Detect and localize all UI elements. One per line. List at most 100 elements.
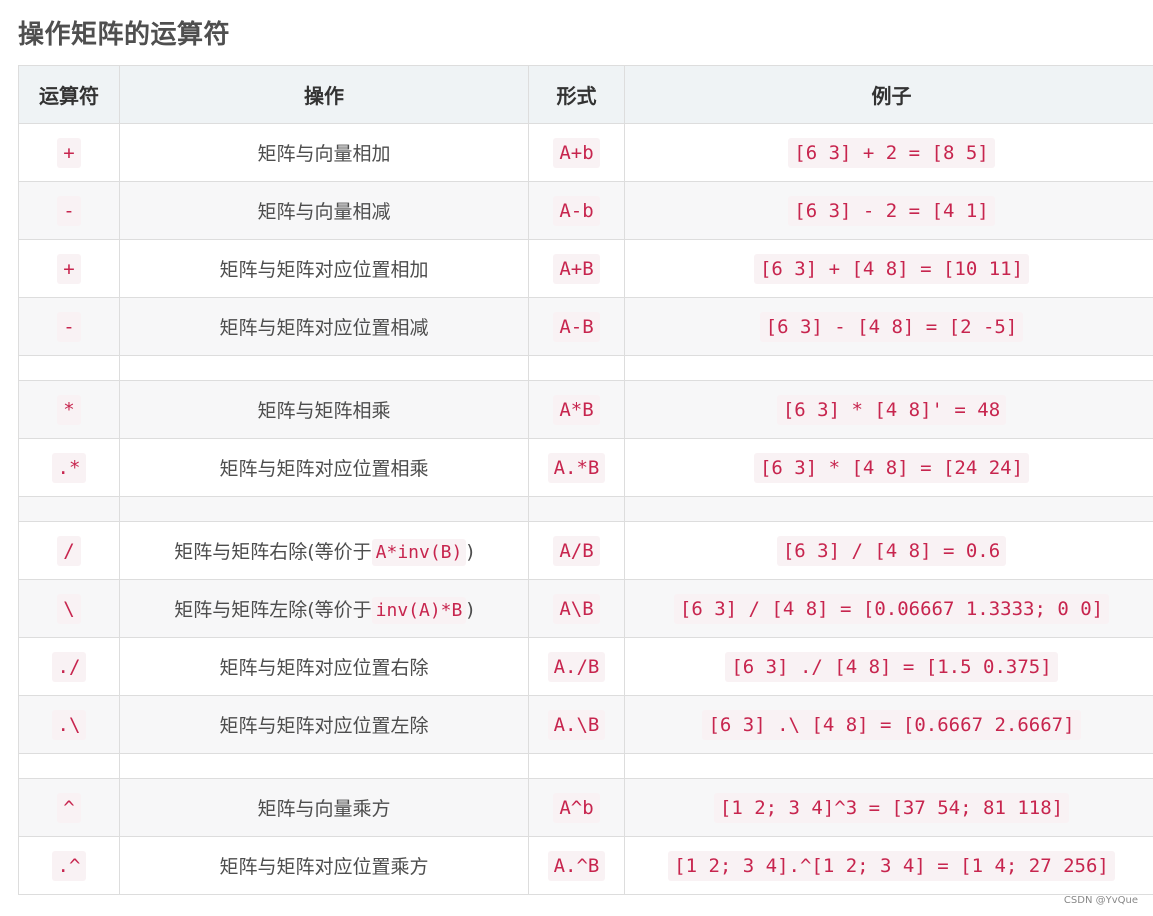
form-code: A*B bbox=[553, 394, 600, 425]
table-row: + 矩阵与矩阵对应位置相加 A+B [6 3] + [4 8] = [10 11… bbox=[18, 239, 1153, 298]
table-row: ^ 矩阵与向量乘方 A^b [1 2; 3 4]^3 = [37 54; 81 … bbox=[18, 778, 1153, 837]
table-row: ./ 矩阵与矩阵对应位置右除 A./B [6 3] ./ [4 8] = [1.… bbox=[18, 637, 1153, 696]
operation-cell: 矩阵与向量乘方 bbox=[119, 778, 529, 837]
operation-text: 矩阵与矩阵右除(等价于 bbox=[174, 541, 372, 563]
form-code: A\B bbox=[553, 593, 600, 624]
operator-cell: * bbox=[18, 380, 120, 439]
form-cell: A\B bbox=[528, 579, 625, 638]
operator-cell: .^ bbox=[18, 836, 120, 895]
example-code: [1 2; 3 4]^3 = [37 54; 81 118] bbox=[713, 792, 1070, 823]
form-cell: A+b bbox=[528, 123, 625, 182]
header-example: 例子 bbox=[624, 65, 1153, 124]
table-row: .\ 矩阵与矩阵对应位置左除 A.\B [6 3] .\ [4 8] = [0.… bbox=[18, 695, 1153, 754]
example-cell: [1 2; 3 4]^3 = [37 54; 81 118] bbox=[624, 778, 1153, 837]
form-cell: A-b bbox=[528, 181, 625, 240]
header-operation: 操作 bbox=[119, 65, 529, 124]
operator-code: \ bbox=[57, 593, 81, 624]
header-operator: 运算符 bbox=[18, 65, 120, 124]
operator-cell: + bbox=[18, 123, 120, 182]
operation-text: 矩阵与矩阵左除(等价于 bbox=[174, 599, 372, 621]
spacer-row bbox=[18, 496, 1153, 522]
operator-code: .^ bbox=[51, 850, 87, 881]
operation-cell: 矩阵与矩阵左除(等价于 inv(A)*B) bbox=[119, 579, 529, 638]
example-code: [6 3] * [4 8] = [24 24] bbox=[753, 452, 1030, 483]
watermark: CSDN @YvQue bbox=[1063, 895, 1138, 906]
form-cell: A.^B bbox=[528, 836, 625, 895]
example-code: [6 3] ./ [4 8] = [1.5 0.375] bbox=[725, 651, 1058, 682]
form-code: A+B bbox=[553, 253, 600, 284]
operator-cell: .\ bbox=[18, 695, 120, 754]
table-row: - 矩阵与向量相减 A-b [6 3] - 2 = [4 1] bbox=[18, 181, 1153, 240]
table-row: / 矩阵与矩阵右除(等价于 A*inv(B)) A/B [6 3] / [4 8]… bbox=[18, 521, 1153, 580]
operation-code: A*inv(B) bbox=[371, 539, 467, 566]
table-row: .^ 矩阵与矩阵对应位置乘方 A.^B [1 2; 3 4].^[1 2; 3 … bbox=[18, 836, 1153, 895]
example-cell: [6 3] + [4 8] = [10 11] bbox=[624, 239, 1153, 298]
example-cell: [1 2; 3 4].^[1 2; 3 4] = [1 4; 27 256] bbox=[624, 836, 1153, 895]
example-cell: [6 3] / [4 8] = [0.06667 1.3333; 0 0] bbox=[624, 579, 1153, 638]
example-code: [6 3] + 2 = [8 5] bbox=[788, 137, 995, 168]
form-cell: A^b bbox=[528, 778, 625, 837]
form-cell: A.*B bbox=[528, 438, 625, 497]
form-code: A/B bbox=[553, 535, 600, 566]
form-code: A^b bbox=[553, 792, 600, 823]
form-code: A.*B bbox=[547, 452, 606, 483]
example-cell: [6 3] - [4 8] = [2 -5] bbox=[624, 297, 1153, 356]
operation-cell: 矩阵与向量相减 bbox=[119, 181, 529, 240]
form-cell: A./B bbox=[528, 637, 625, 696]
operation-cell: 矩阵与矩阵对应位置相加 bbox=[119, 239, 529, 298]
example-code: [6 3] .\ [4 8] = [0.6667 2.6667] bbox=[702, 709, 1081, 740]
operation-cell: 矩阵与矩阵对应位置乘方 bbox=[119, 836, 529, 895]
example-cell: [6 3] ./ [4 8] = [1.5 0.375] bbox=[624, 637, 1153, 696]
operation-cell: 矩阵与矩阵对应位置相减 bbox=[119, 297, 529, 356]
example-cell: [6 3] .\ [4 8] = [0.6667 2.6667] bbox=[624, 695, 1153, 754]
form-cell: A/B bbox=[528, 521, 625, 580]
operator-cell: / bbox=[18, 521, 120, 580]
spacer-row bbox=[18, 753, 1153, 779]
operation-code: inv(A)*B bbox=[371, 597, 467, 624]
operation-cell: 矩阵与矩阵对应位置相乘 bbox=[119, 438, 529, 497]
operator-cell: \ bbox=[18, 579, 120, 638]
example-code: [1 2; 3 4].^[1 2; 3 4] = [1 4; 27 256] bbox=[668, 850, 1115, 881]
operator-code: / bbox=[57, 535, 81, 566]
example-code: [6 3] / [4 8] = [0.06667 1.3333; 0 0] bbox=[673, 593, 1110, 624]
example-cell: [6 3] + 2 = [8 5] bbox=[624, 123, 1153, 182]
operation-cell: 矩阵与矩阵相乘 bbox=[119, 380, 529, 439]
table-header-row: 运算符 操作 形式 例子 bbox=[18, 65, 1153, 124]
operation-cell: 矩阵与矩阵右除(等价于 A*inv(B)) bbox=[119, 521, 529, 580]
example-cell: [6 3] - 2 = [4 1] bbox=[624, 181, 1153, 240]
form-code: A./B bbox=[547, 651, 606, 682]
operator-code: ^ bbox=[57, 792, 81, 823]
operator-cell: - bbox=[18, 297, 120, 356]
operation-cell: 矩阵与向量相加 bbox=[119, 123, 529, 182]
form-cell: A+B bbox=[528, 239, 625, 298]
form-code: A.^B bbox=[547, 850, 606, 881]
example-code: [6 3] + [4 8] = [10 11] bbox=[753, 253, 1030, 284]
table-row: .* 矩阵与矩阵对应位置相乘 A.*B [6 3] * [4 8] = [24 … bbox=[18, 438, 1153, 497]
example-cell: [6 3] * [4 8] = [24 24] bbox=[624, 438, 1153, 497]
operator-code: + bbox=[57, 253, 81, 284]
operator-code: .\ bbox=[51, 709, 87, 740]
table-row: - 矩阵与矩阵对应位置相减 A-B [6 3] - [4 8] = [2 -5] bbox=[18, 297, 1153, 356]
operator-code: + bbox=[57, 137, 81, 168]
operation-cell: 矩阵与矩阵对应位置右除 bbox=[119, 637, 529, 696]
table-row: + 矩阵与向量相加 A+b [6 3] + 2 = [8 5] bbox=[18, 123, 1153, 182]
form-code: A.\B bbox=[547, 709, 606, 740]
form-code: A-B bbox=[553, 311, 600, 342]
example-cell: [6 3] * [4 8]' = 48 bbox=[624, 380, 1153, 439]
example-code: [6 3] * [4 8]' = 48 bbox=[776, 394, 1007, 425]
header-form: 形式 bbox=[528, 65, 625, 124]
operator-cell: ^ bbox=[18, 778, 120, 837]
form-cell: A*B bbox=[528, 380, 625, 439]
form-cell: A-B bbox=[528, 297, 625, 356]
operation-text-end: ) bbox=[466, 599, 474, 621]
example-code: [6 3] / [4 8] = 0.6 bbox=[776, 535, 1007, 566]
operator-cell: .* bbox=[18, 438, 120, 497]
operator-code: ./ bbox=[51, 651, 87, 682]
example-cell: [6 3] / [4 8] = 0.6 bbox=[624, 521, 1153, 580]
operation-cell: 矩阵与矩阵对应位置左除 bbox=[119, 695, 529, 754]
operator-cell: ./ bbox=[18, 637, 120, 696]
example-code: [6 3] - 2 = [4 1] bbox=[788, 195, 995, 226]
form-code: A+b bbox=[553, 137, 600, 168]
form-cell: A.\B bbox=[528, 695, 625, 754]
page-title: 操作矩阵的运算符 bbox=[18, 20, 231, 50]
